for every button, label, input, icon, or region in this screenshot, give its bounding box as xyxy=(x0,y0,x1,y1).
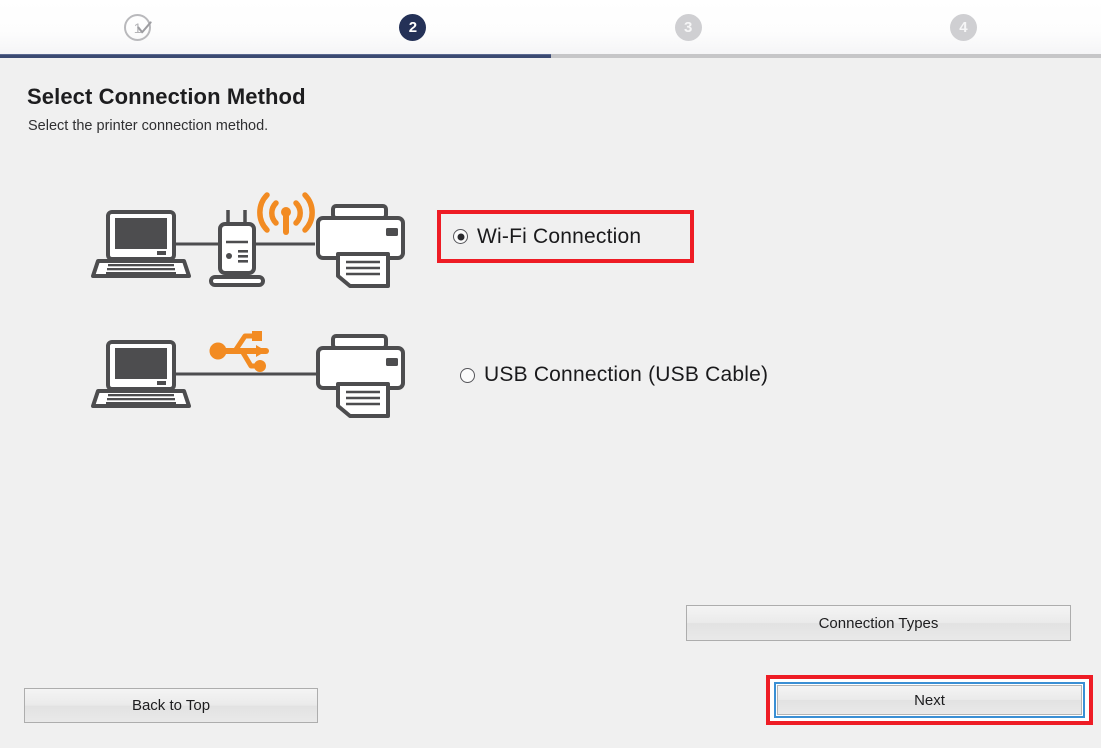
wizard-step-2[interactable]: 2 xyxy=(275,0,550,55)
next-button[interactable]: Next xyxy=(777,685,1082,715)
option-usb-row[interactable]: USB Connection (USB Cable) xyxy=(448,353,782,397)
step-2-badge: 2 xyxy=(399,14,427,41)
wizard-step-4[interactable]: 4 xyxy=(826,0,1101,55)
step-4-badge: 4 xyxy=(949,14,977,41)
content-pane: Select Connection Method Select the prin… xyxy=(0,58,1101,666)
radio-usb[interactable] xyxy=(460,367,475,383)
wizard-step-header: 1 2 3 4 xyxy=(0,0,1101,57)
option-wifi-label: Wi-Fi Connection xyxy=(477,224,642,248)
usb-icon xyxy=(209,331,269,372)
page-title: Select Connection Method xyxy=(27,84,306,109)
step-4-number: 4 xyxy=(959,19,968,36)
laptop-icon xyxy=(91,340,191,408)
step-2-number: 2 xyxy=(408,19,418,36)
step-3-badge: 3 xyxy=(674,14,702,41)
wifi-signal-icon xyxy=(257,192,315,235)
wizard-step-3[interactable]: 3 xyxy=(551,0,826,55)
wizard-step-1[interactable]: 1 xyxy=(0,0,275,55)
printer-icon xyxy=(316,334,405,418)
page-subtitle: Select the printer connection method. xyxy=(28,118,269,134)
connection-types-button[interactable]: Connection Types xyxy=(686,605,1071,641)
radio-wifi[interactable] xyxy=(453,229,468,244)
next-button-focus-ring: Next xyxy=(774,682,1085,718)
option-wifi-highlight-box[interactable]: Wi-Fi Connection xyxy=(437,210,694,263)
step-3-number: 3 xyxy=(683,19,693,36)
check-icon xyxy=(137,21,152,34)
option-row-usb[interactable]: USB Connection (USB Cable) xyxy=(0,318,1101,438)
printer-icon xyxy=(316,204,405,288)
option-row-wifi[interactable]: Wi-Fi Connection xyxy=(0,188,1101,308)
back-to-top-button[interactable]: Back to Top xyxy=(24,688,318,723)
laptop-usb-cable-printer-illustration xyxy=(91,331,405,418)
wizard-step-track: 1 2 3 4 xyxy=(0,0,1101,55)
step-1-badge: 1 xyxy=(124,14,152,41)
router-icon xyxy=(209,210,265,287)
option-usb-label: USB Connection (USB Cable) xyxy=(484,363,769,386)
laptop-router-wifi-printer-illustration xyxy=(91,192,405,288)
laptop-icon xyxy=(91,210,191,278)
